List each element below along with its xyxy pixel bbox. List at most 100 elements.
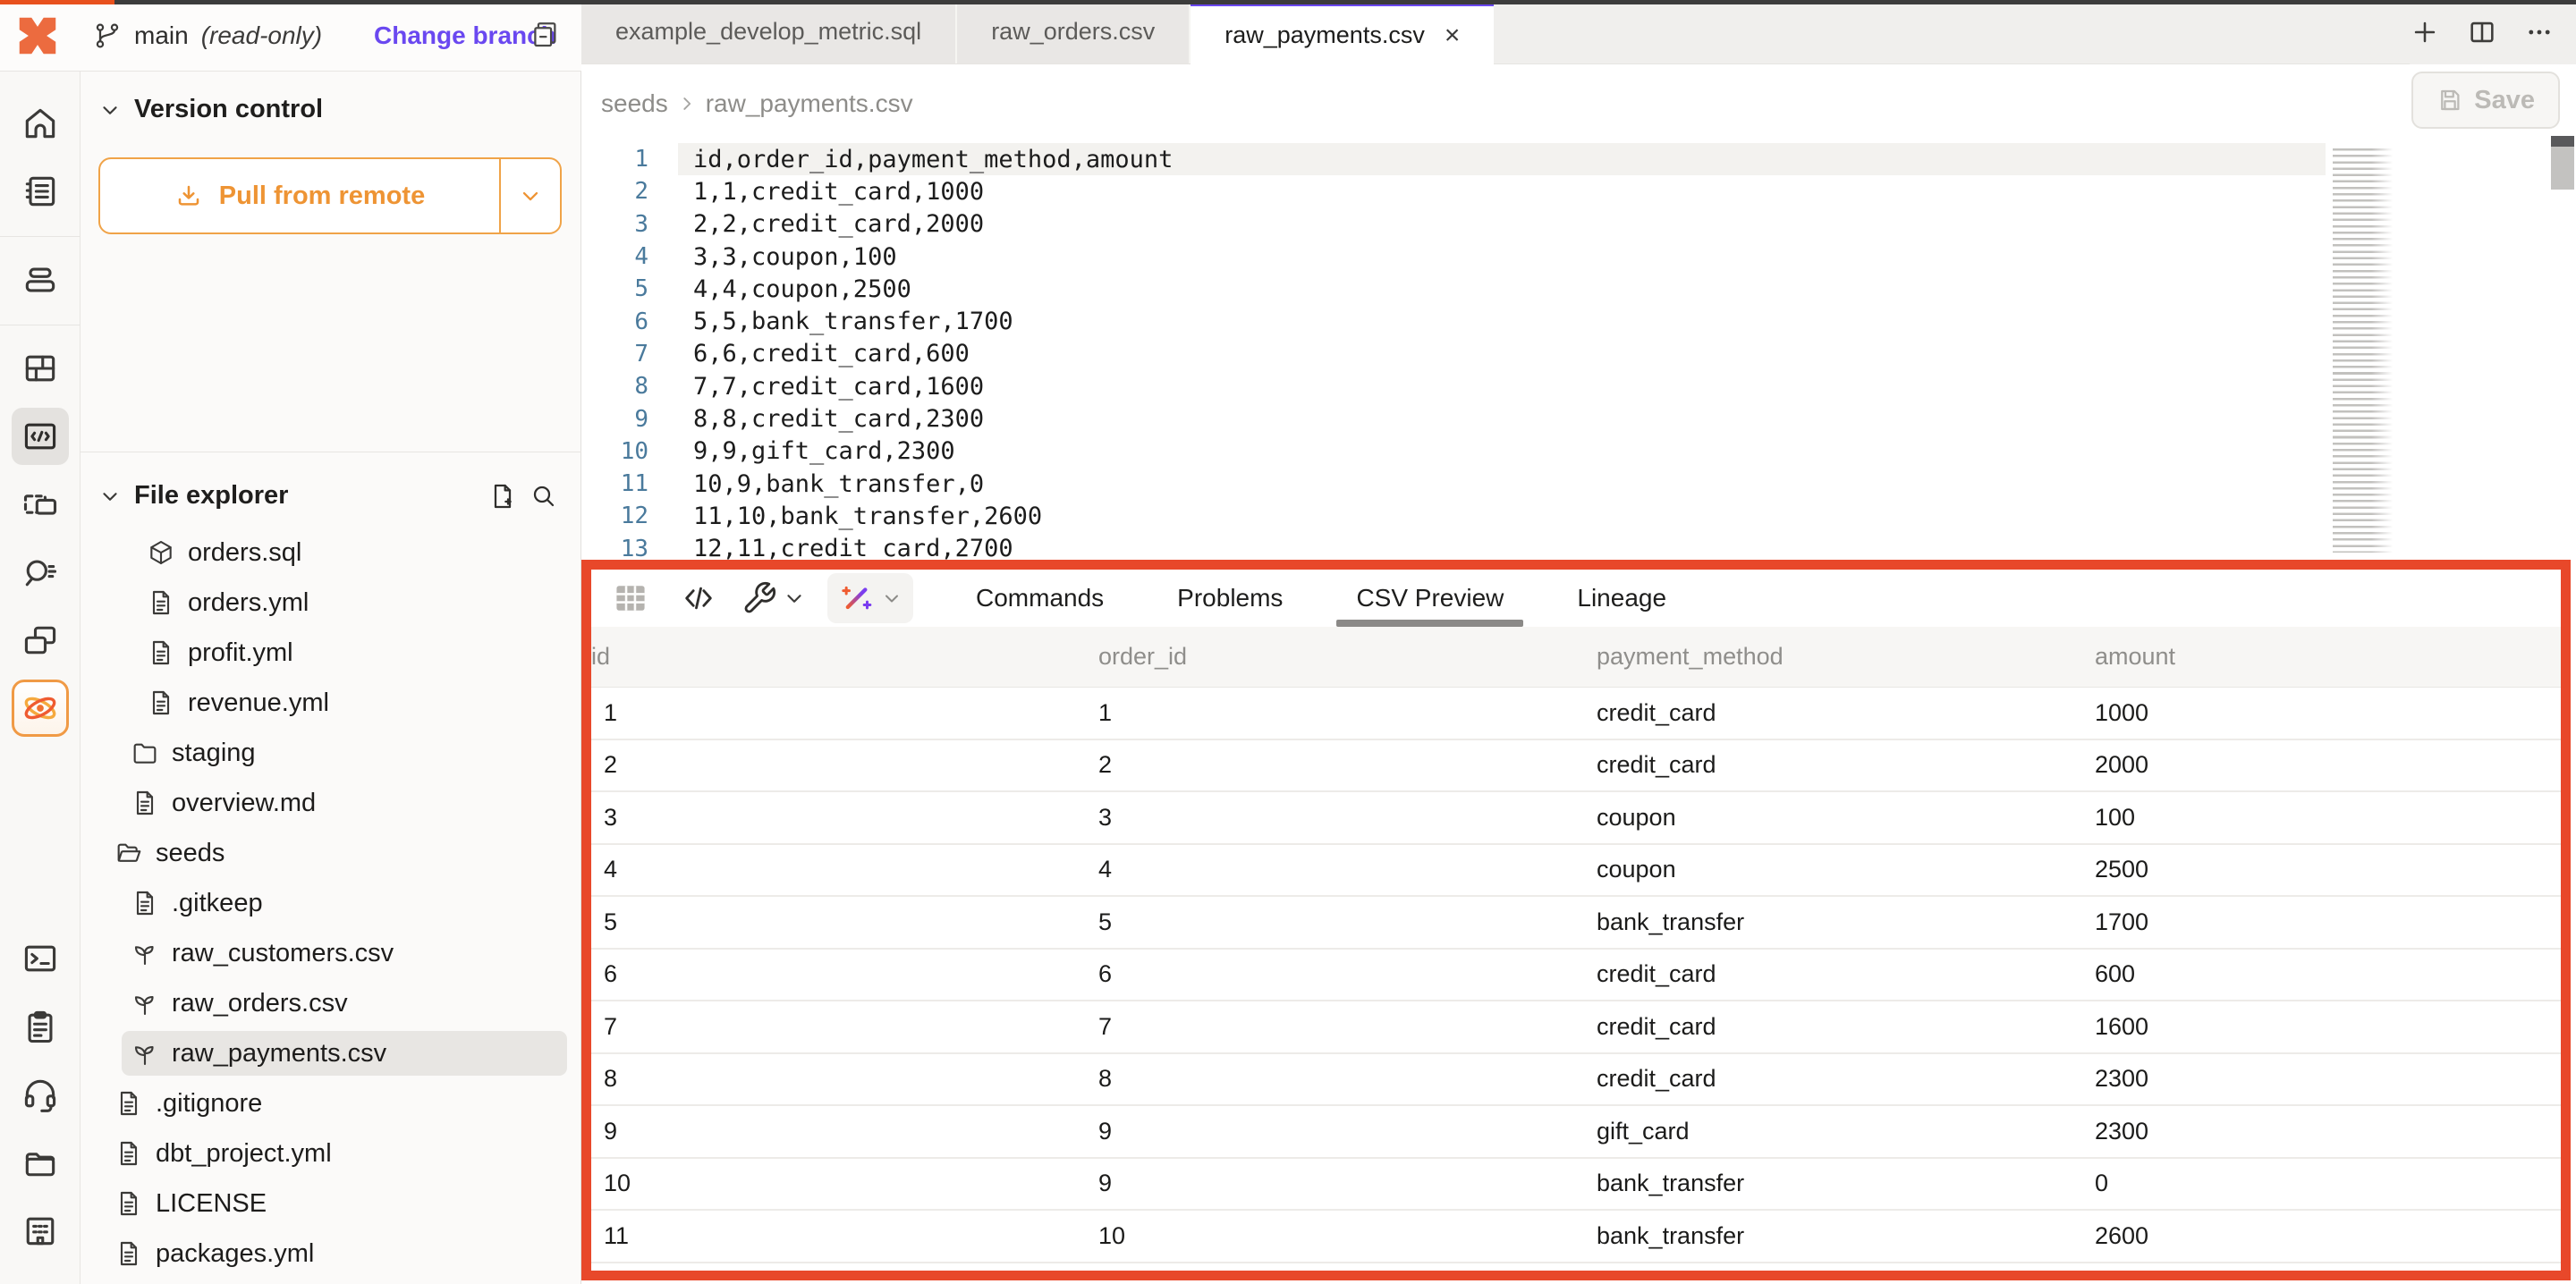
line-number: 13	[581, 536, 648, 560]
cell-order-id: 9	[1098, 1170, 1597, 1197]
close-icon[interactable]: ×	[1445, 22, 1461, 49]
split-editor-icon[interactable]	[2467, 17, 2497, 47]
table-row[interactable]: 6 6 credit_card 600	[591, 950, 2561, 1002]
cell-payment-method: bank_transfer	[1597, 908, 2095, 936]
file-item[interactable]: orders.yml	[80, 578, 581, 628]
code-editor[interactable]: 1 id,order_id,payment_method,amount 2 1,…	[581, 143, 2576, 560]
code-line: 4 3,3,coupon,100	[581, 241, 2576, 273]
editor-tabbar: example_develop_metric.sql raw_orders.cs…	[581, 0, 2576, 64]
file-item[interactable]: dbt_project.yml	[80, 1128, 581, 1178]
file-item[interactable]: staging	[80, 728, 581, 778]
search-insights-icon[interactable]	[12, 544, 69, 601]
panel-tab[interactable]: CSV Preview	[1356, 570, 1504, 627]
editor-tab-label: raw_payments.csv	[1224, 21, 1425, 49]
code-line: 1 id,order_id,payment_method,amount	[581, 143, 2576, 175]
file-item[interactable]: raw_customers.csv	[80, 928, 581, 978]
chevron-down-icon[interactable]	[783, 570, 806, 627]
table-row[interactable]: 1 1 credit_card 1000	[591, 688, 2561, 740]
magic-assist-button[interactable]	[827, 573, 913, 623]
breadcrumb-folder[interactable]: seeds	[601, 89, 668, 118]
layout-icon[interactable]	[12, 340, 69, 397]
clipboard-icon[interactable]	[12, 998, 69, 1055]
editor-tab[interactable]: example_develop_metric.sql	[581, 0, 957, 63]
organization-icon[interactable]	[12, 1202, 69, 1259]
panel-tab-label: Commands	[976, 584, 1104, 612]
editor-tab-label: example_develop_metric.sql	[615, 18, 921, 46]
branch-name: main	[134, 21, 189, 50]
dbt-cloud-ide: main (read-only) Change branch	[0, 0, 2576, 1284]
cell-id: 2	[591, 751, 1098, 779]
new-tab-icon[interactable]	[2410, 17, 2440, 47]
home-icon[interactable]	[12, 95, 69, 152]
code-line: 12 11,10,bank_transfer,2600	[581, 500, 2576, 532]
save-button[interactable]: Save	[2411, 72, 2560, 129]
branch-widget[interactable]: main (read-only)	[93, 0, 322, 72]
file-name: raw_payments.csv	[172, 1039, 386, 1069]
code-icon[interactable]	[670, 570, 727, 627]
table-icon[interactable]	[602, 570, 659, 627]
table-row[interactable]: 9 9 gift_card 2300	[591, 1106, 2561, 1159]
line-number: 7	[581, 341, 648, 367]
windows-icon[interactable]	[12, 612, 69, 669]
panel-tab[interactable]: Lineage	[1577, 570, 1666, 627]
file-item[interactable]: orders.sql	[80, 528, 581, 578]
code-line: 6 5,5,bank_transfer,1700	[581, 305, 2576, 337]
code-line: 10 9,9,gift_card,2300	[581, 435, 2576, 468]
journal-icon[interactable]	[12, 163, 69, 220]
new-file-icon[interactable]	[488, 482, 517, 511]
column-header[interactable]: payment_method	[1597, 643, 2095, 671]
table-row[interactable]: 5 5 bank_transfer 1700	[591, 897, 2561, 950]
code-editor-icon[interactable]	[12, 408, 69, 465]
file-item[interactable]: raw_payments.csv	[80, 1028, 581, 1078]
column-header[interactable]: id	[591, 643, 1098, 671]
editor-tab[interactable]: raw_orders.csv	[957, 0, 1191, 63]
archive-icon[interactable]	[12, 1134, 69, 1191]
file-item[interactable]: .gitkeep	[80, 878, 581, 928]
minimap[interactable]	[2333, 148, 2395, 553]
search-icon[interactable]	[530, 482, 558, 511]
panel-tab[interactable]: Problems	[1177, 570, 1283, 627]
table-row[interactable]: 10 9 bank_transfer 0	[591, 1159, 2561, 1212]
copy-icon[interactable]	[530, 20, 560, 50]
chevron-down-icon[interactable]	[98, 98, 122, 122]
file-item[interactable]: LICENSE	[80, 1178, 581, 1229]
scrollbar-thumb[interactable]	[2551, 147, 2574, 190]
file-item[interactable]: revenue.yml	[80, 678, 581, 728]
dbt-assist-icon[interactable]	[12, 680, 69, 737]
file-item[interactable]: .gitignore	[80, 1078, 581, 1128]
editor-tab[interactable]: raw_payments.csv ×	[1191, 0, 1494, 64]
breadcrumb-file[interactable]: raw_payments.csv	[706, 89, 913, 118]
file-name: raw_orders.csv	[172, 989, 348, 1018]
headset-icon[interactable]	[12, 1066, 69, 1123]
cell-amount: 100	[2095, 804, 2561, 832]
magic-pen-icon	[838, 580, 874, 616]
column-header[interactable]: amount	[2095, 643, 2561, 671]
pull-from-remote-button[interactable]: Pull from remote	[98, 157, 562, 234]
file-item[interactable]: packages.yml	[80, 1229, 581, 1279]
pull-options-caret[interactable]	[501, 159, 560, 232]
line-number: 6	[581, 308, 648, 335]
table-row[interactable]: 7 7 credit_card 1600	[591, 1001, 2561, 1054]
stack-icon[interactable]	[12, 251, 69, 308]
doc-icon	[114, 1139, 143, 1168]
column-header[interactable]: order_id	[1098, 643, 1597, 671]
table-row[interactable]: 4 4 coupon 2500	[591, 845, 2561, 898]
frame-icon[interactable]	[12, 476, 69, 533]
file-item[interactable]: profit.yml	[80, 628, 581, 678]
wrench-icon[interactable]	[741, 570, 777, 627]
table-row[interactable]: 8 8 credit_card 2300	[591, 1054, 2561, 1107]
dbt-logo-icon	[13, 12, 62, 60]
table-row[interactable]: 11 10 bank_transfer 2600	[591, 1211, 2561, 1263]
chevron-down-icon[interactable]	[98, 485, 122, 508]
cell-amount: 2000	[2095, 751, 2561, 779]
csv-table-body[interactable]: 1 1 credit_card 1000 2 2 credit_card 200…	[591, 688, 2561, 1271]
line-content: 8,8,credit_card,2300	[693, 405, 984, 433]
file-item[interactable]: overview.md	[80, 778, 581, 828]
file-item[interactable]: seeds	[80, 828, 581, 878]
panel-tab[interactable]: Commands	[976, 570, 1104, 627]
more-options-icon[interactable]	[2524, 17, 2555, 47]
file-item[interactable]: raw_orders.csv	[80, 978, 581, 1028]
terminal-icon[interactable]	[12, 930, 69, 987]
table-row[interactable]: 3 3 coupon 100	[591, 792, 2561, 845]
table-row[interactable]: 2 2 credit_card 2000	[591, 740, 2561, 793]
